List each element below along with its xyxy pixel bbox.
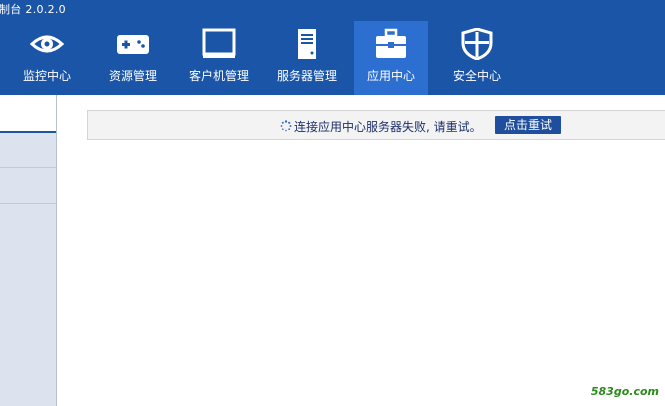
- eye-icon: [30, 35, 64, 53]
- watermark: 583go.com: [590, 385, 659, 398]
- nav-app-center[interactable]: 应用中心: [354, 21, 428, 95]
- shield-icon: [461, 28, 493, 60]
- nav-label: 监控中心: [22, 69, 71, 83]
- nav-label: 应用中心: [366, 69, 415, 83]
- loading-spinner-icon: [280, 120, 292, 132]
- sidebar-item[interactable]: [0, 95, 56, 133]
- nav-label: 资源管理: [108, 69, 157, 83]
- nav-label: 安全中心: [452, 69, 501, 83]
- nav-label: 客户机管理: [188, 69, 249, 83]
- retry-button[interactable]: 点击重试: [495, 116, 561, 134]
- window-title: 制台 2.0.2.0: [0, 3, 66, 16]
- nav-server-management[interactable]: 服务器管理: [268, 21, 346, 95]
- gamepad-icon: [117, 35, 149, 54]
- nav-client-management[interactable]: 客户机管理: [180, 21, 258, 95]
- error-notice-bar: 连接应用中心服务器失败, 请重试。 点击重试: [87, 110, 665, 140]
- server-icon: [298, 29, 316, 59]
- monitor-icon: [202, 28, 236, 58]
- sidebar-item[interactable]: [0, 168, 56, 204]
- toolbox-icon: [376, 28, 406, 58]
- main-content: 连接应用中心服务器失败, 请重试。 点击重试: [57, 95, 665, 406]
- error-message: 连接应用中心服务器失败, 请重试。: [294, 120, 482, 134]
- nav-label: 服务器管理: [276, 69, 337, 83]
- nav-security-center[interactable]: 安全中心: [440, 21, 514, 95]
- top-header: 制台 2.0.2.0 监控中心 资源管理 客户机管理 服务器管理 应用中心 安全…: [0, 0, 665, 95]
- sidebar: [0, 95, 57, 406]
- nav-resource-management[interactable]: 资源管理: [96, 21, 170, 95]
- sidebar-item[interactable]: [0, 133, 56, 168]
- nav-monitor-center[interactable]: 监控中心: [10, 21, 84, 95]
